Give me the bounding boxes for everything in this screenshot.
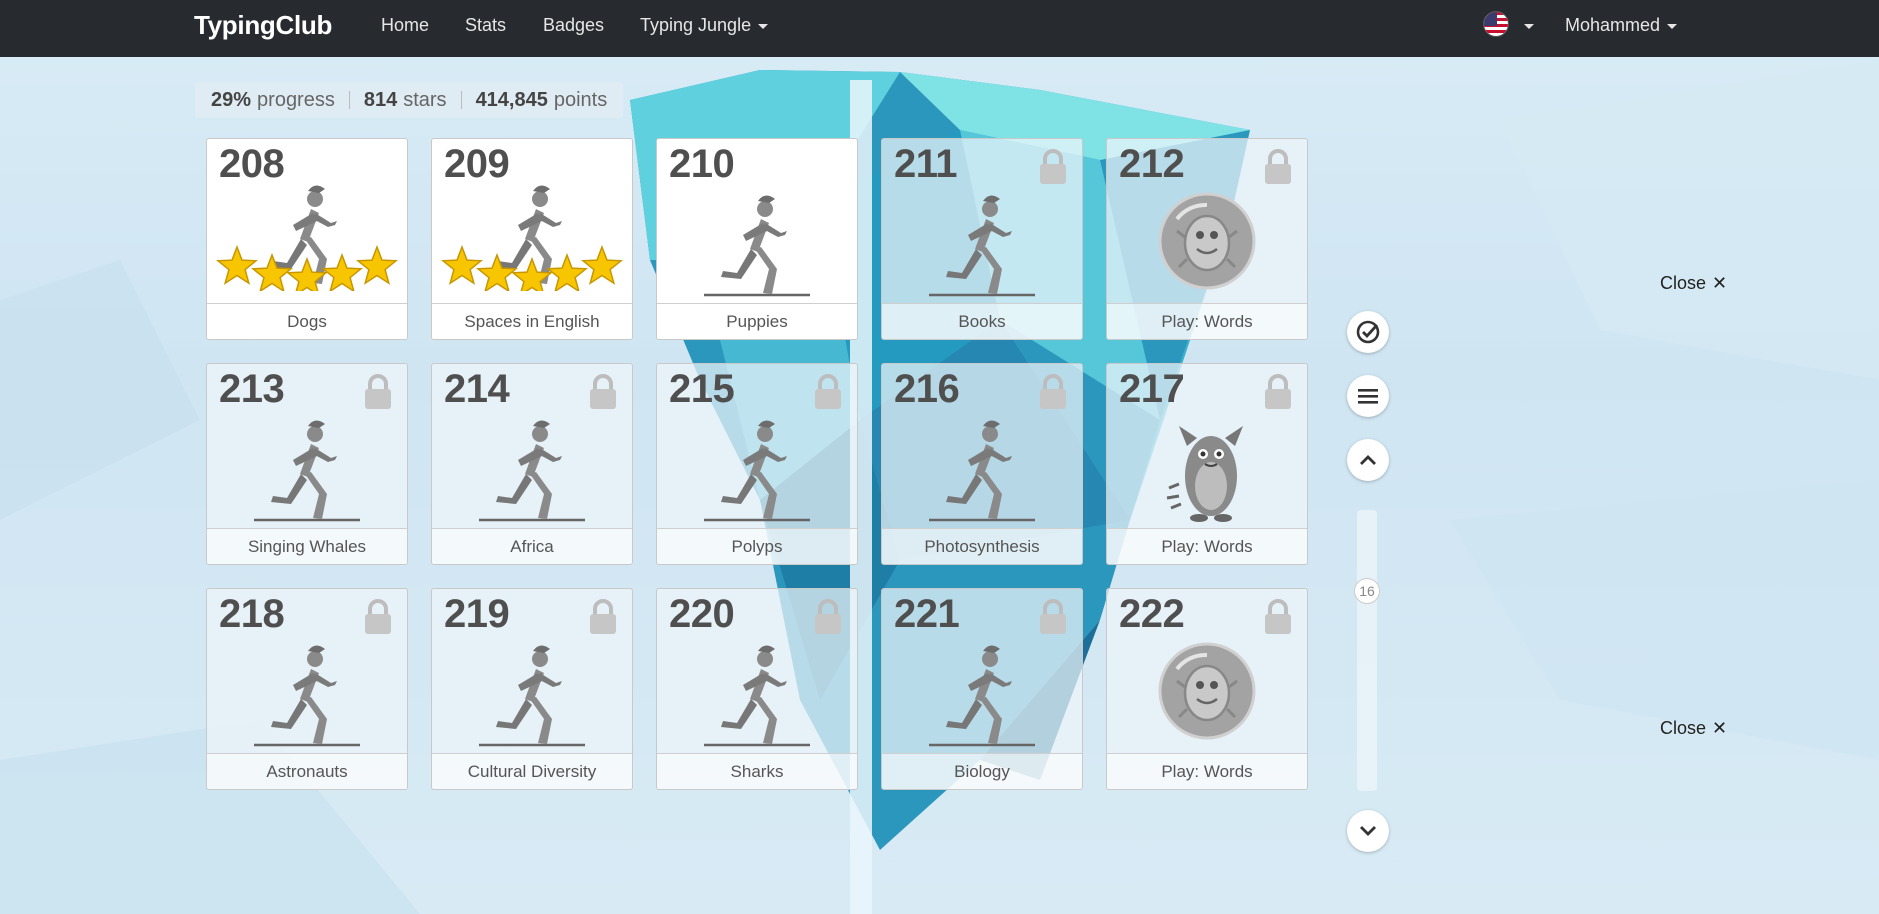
bug-game-icon: [1107, 629, 1307, 753]
scroll-track[interactable]: [1357, 510, 1377, 791]
divider: [348, 91, 350, 109]
lesson-title: Africa: [432, 528, 632, 564]
lesson-title: Play: Words: [1107, 753, 1307, 789]
nav-typing-jungle-dropdown[interactable]: Typing Jungle: [640, 15, 769, 36]
close-button-bottom[interactable]: Close ✕: [1660, 718, 1727, 739]
close-label: Close: [1660, 718, 1707, 738]
star-icon: [475, 252, 519, 291]
nav-home-link[interactable]: Home: [381, 15, 429, 36]
divider: [460, 91, 462, 109]
progress-value: 29%: [211, 88, 252, 111]
runner-icon: [882, 629, 1082, 753]
points-value: 414,845: [475, 88, 548, 111]
lesson-card-222[interactable]: 222 Play: Words: [1106, 588, 1308, 790]
user-menu-dropdown[interactable]: Mohammed: [1565, 15, 1678, 36]
user-name: Mohammed: [1565, 15, 1661, 35]
lesson-title: Puppies: [657, 303, 857, 339]
lesson-title: Astronauts: [207, 753, 407, 789]
nav-stats-link[interactable]: Stats: [465, 15, 506, 36]
scroll-down-button[interactable]: [1347, 810, 1389, 852]
runner-icon: [657, 179, 857, 303]
runner-icon: [432, 169, 632, 293]
close-icon: ✕: [1712, 718, 1728, 738]
star-icon: [440, 244, 484, 285]
chevron-down-icon: [758, 23, 769, 29]
lesson-card-213[interactable]: 213 Singing Whales: [206, 363, 408, 565]
scroll-thumb[interactable]: 16: [1354, 578, 1380, 604]
brand-logo[interactable]: TypingClub: [194, 10, 332, 41]
monster-game-icon: [1107, 404, 1307, 528]
points-label: points: [553, 88, 608, 111]
lesson-title: Biology: [882, 753, 1082, 789]
lesson-card-216[interactable]: 216 Photosynthesis: [881, 363, 1083, 565]
lesson-card-218[interactable]: 218 Astronauts: [206, 588, 408, 790]
lesson-title: Singing Whales: [207, 528, 407, 564]
progress-summary: 29% progress 814 stars 414,845 points: [195, 82, 624, 118]
runner-icon: [207, 169, 407, 293]
lesson-card-214[interactable]: 214 Africa: [431, 363, 633, 565]
typing-jungle-label: Typing Jungle: [640, 15, 752, 35]
check-progress-button[interactable]: [1347, 311, 1389, 353]
star-icon: [510, 256, 554, 291]
runner-icon: [657, 404, 857, 528]
hamburger-icon: [1358, 389, 1378, 404]
star-icon: [215, 244, 259, 285]
progress-label: progress: [257, 88, 335, 111]
chevron-down-icon: [1360, 826, 1376, 836]
star-icon: [580, 244, 624, 285]
close-icon: ✕: [1712, 273, 1728, 293]
lesson-title: Dogs: [207, 303, 407, 339]
lesson-title: Spaces in English: [432, 303, 632, 339]
us-flag-icon[interactable]: [1483, 11, 1509, 37]
lesson-card-219[interactable]: 219 Cultural Diversity: [431, 588, 633, 790]
runner-icon: [207, 629, 407, 753]
menu-button[interactable]: [1347, 375, 1389, 417]
star-icon: [285, 256, 329, 291]
star-icon: [250, 252, 294, 291]
lesson-title: Books: [882, 303, 1082, 339]
lesson-card-209[interactable]: 209 Spaces in English: [431, 138, 633, 340]
runner-icon: [657, 629, 857, 753]
close-label: Close: [1660, 273, 1707, 293]
lesson-title: Cultural Diversity: [432, 753, 632, 789]
runner-icon: [432, 629, 632, 753]
chevron-down-icon: [1667, 23, 1678, 29]
lesson-card-211[interactable]: 211 Books: [881, 138, 1083, 340]
star-icon: [320, 252, 364, 291]
top-navbar: TypingClub Home Stats Badges Typing Jung…: [0, 0, 1879, 57]
stars-value: 814: [363, 88, 398, 111]
runner-icon: [882, 404, 1082, 528]
bug-game-icon: [1107, 179, 1307, 303]
lesson-title: Photosynthesis: [882, 528, 1082, 564]
scroll-up-button[interactable]: [1347, 439, 1389, 481]
lesson-card-210[interactable]: 210 Puppies: [656, 138, 858, 340]
close-button-top[interactable]: Close ✕: [1660, 273, 1727, 294]
lesson-card-215[interactable]: 215 Polyps: [656, 363, 858, 565]
lesson-card-208[interactable]: 208 Dogs: [206, 138, 408, 340]
lesson-title: Play: Words: [1107, 303, 1307, 339]
lesson-card-212[interactable]: 212 Play: Words: [1106, 138, 1308, 340]
runner-icon: [207, 404, 407, 528]
lesson-title: Play: Words: [1107, 528, 1307, 564]
chevron-up-icon: [1360, 455, 1376, 465]
lesson-title: Polyps: [657, 528, 857, 564]
star-icon: [355, 244, 399, 285]
check-circle-icon: [1356, 320, 1380, 344]
lesson-title: Sharks: [657, 753, 857, 789]
language-chevron-down-icon[interactable]: [1524, 24, 1534, 29]
runner-icon: [882, 179, 1082, 303]
lesson-card-221[interactable]: 221 Biology: [881, 588, 1083, 790]
star-icon: [545, 252, 589, 291]
lesson-card-217[interactable]: 217 Play: Words: [1106, 363, 1308, 565]
runner-icon: [432, 404, 632, 528]
lesson-card-220[interactable]: 220 Sharks: [656, 588, 858, 790]
nav-badges-link[interactable]: Badges: [543, 15, 604, 36]
stars-label: stars: [403, 88, 447, 111]
